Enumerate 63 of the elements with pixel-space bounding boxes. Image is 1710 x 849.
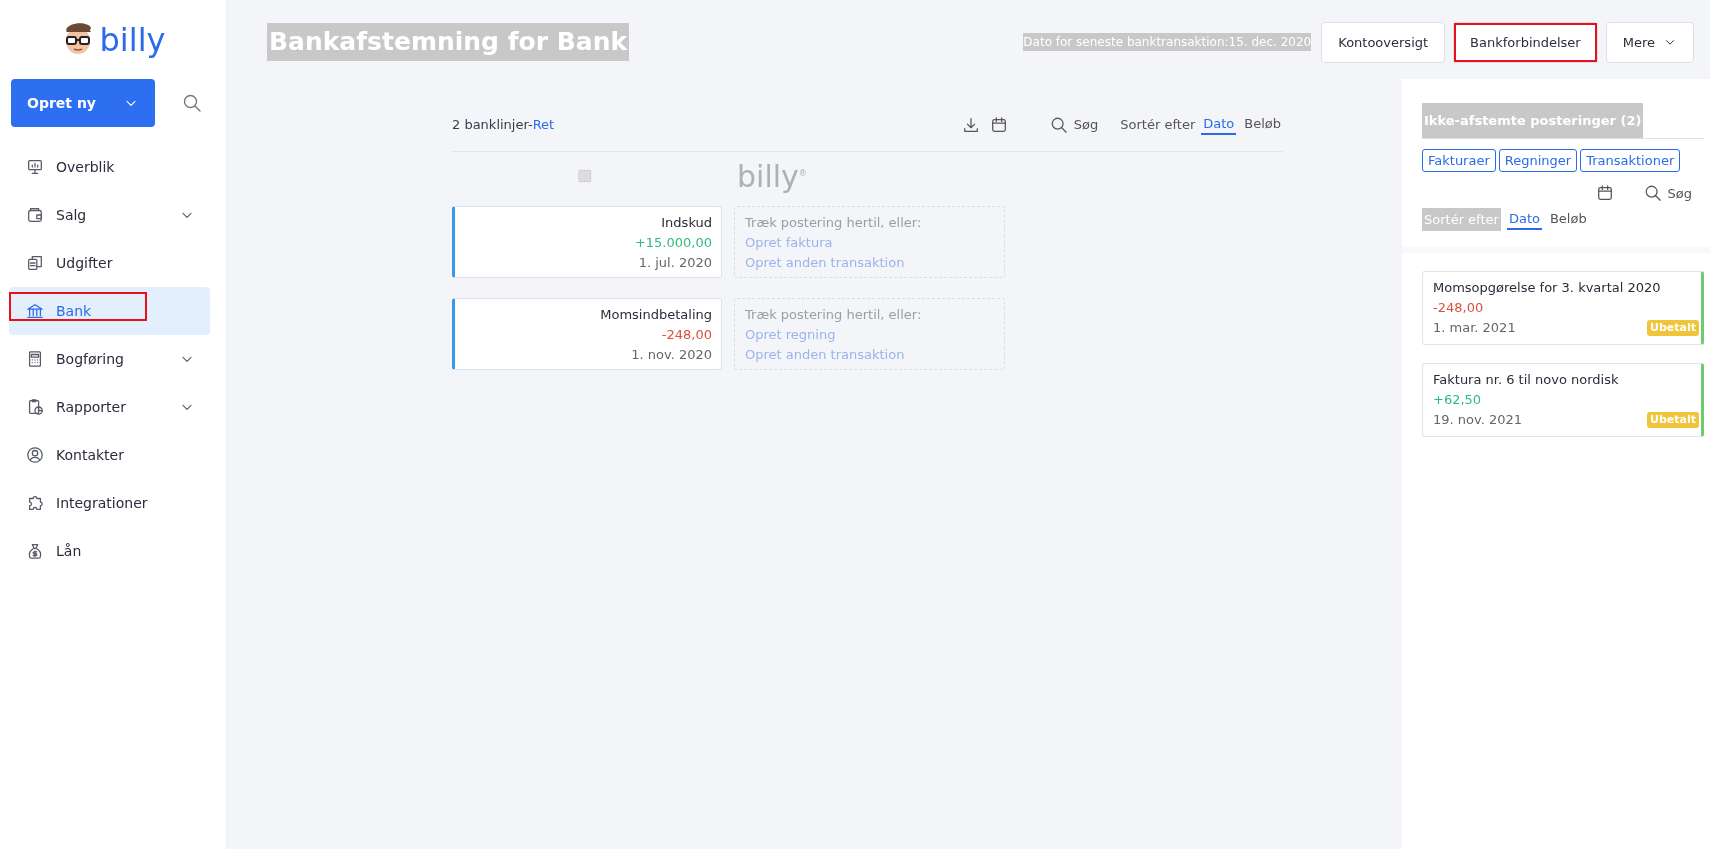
- sort-tab[interactable]: Beløb: [1547, 209, 1589, 230]
- edit-link[interactable]: Ret: [532, 117, 555, 132]
- download-icon: [961, 115, 980, 134]
- wallet-icon: [26, 206, 44, 224]
- nav-item[interactable]: Udgifter: [9, 239, 210, 287]
- nav-item[interactable]: Lån: [9, 527, 210, 575]
- sort-tab[interactable]: Beløb: [1242, 114, 1283, 135]
- nav-item[interactable]: Kontakter: [9, 431, 210, 479]
- bank-line-title: Momsindbetaling: [599, 306, 712, 324]
- status-badge: Ubetalt: [1647, 320, 1699, 336]
- search-icon: [1643, 184, 1662, 202]
- search-icon: [182, 93, 202, 113]
- bank-line-card[interactable]: Momsindbetaling -248,00 1. nov. 2020: [452, 298, 722, 370]
- nav-item[interactable]: Rapporter: [9, 383, 210, 431]
- date: 1. mar. 2021: [1433, 319, 1516, 337]
- broken-image-icon: [578, 169, 592, 183]
- drop-hint: Træk postering hertil, eller:: [745, 306, 922, 324]
- nav-item[interactable]: Bogføring: [9, 335, 210, 383]
- nav-item[interactable]: Salg: [9, 191, 210, 239]
- bank-icon: [26, 302, 44, 320]
- posting-title: Faktura nr. 6 til novo nordisk: [1433, 371, 1620, 389]
- sort-tab[interactable]: Dato: [1506, 209, 1542, 230]
- search-button[interactable]: Søg: [1641, 182, 1694, 204]
- sort-tab[interactable]: Dato: [1201, 114, 1237, 135]
- header-button[interactable]: Mere: [1605, 21, 1694, 63]
- filter-button[interactable]: Transaktioner: [1580, 149, 1681, 172]
- documents-icon: [26, 254, 44, 272]
- amount: +62,50: [1433, 391, 1483, 409]
- create-button[interactable]: Opret ny: [11, 79, 155, 127]
- status-badge: Ubetalt: [1647, 412, 1699, 428]
- bank-line-count: 2 banklinjer-Ret: [452, 117, 555, 132]
- filter-button[interactable]: Fakturaer: [1422, 149, 1496, 172]
- puzzle-icon: [26, 494, 44, 512]
- person-circle-icon: [26, 446, 44, 464]
- date: 19. nov. 2021: [1433, 411, 1523, 429]
- posting-card[interactable]: Faktura nr. 6 til novo nordisk +62,50 19. nov. 2021 Ubetalt: [1422, 363, 1704, 437]
- amount: +15.000,00: [633, 234, 712, 252]
- drop-hint: Træk postering hertil, eller:: [745, 214, 922, 232]
- filter-button[interactable]: Regninger: [1498, 149, 1578, 172]
- search-button[interactable]: Søg: [1047, 113, 1101, 136]
- header-button[interactable]: Kontooversigt: [1321, 21, 1446, 63]
- date: 1. jul. 2020: [637, 254, 712, 272]
- calculator-icon: [26, 350, 44, 368]
- bank-line-title: Indskud: [660, 214, 712, 232]
- presentation-icon: [26, 158, 44, 176]
- search-icon: [1049, 115, 1068, 134]
- nav-item[interactable]: Bank: [9, 287, 210, 335]
- logo-text: billy: [99, 21, 166, 58]
- nav-item[interactable]: Overblik: [9, 143, 210, 191]
- sort-label: Sortér efter: [1120, 117, 1196, 132]
- report-chart-icon: [26, 398, 44, 416]
- calendar-icon: [1595, 184, 1614, 202]
- date: 1. nov. 2020: [630, 346, 712, 364]
- header-button[interactable]: Bankforbindelser: [1453, 21, 1598, 63]
- calendar-icon: [989, 115, 1008, 134]
- logo-text: billy$^{®}$: [737, 158, 807, 194]
- nav-item[interactable]: Integrationer: [9, 479, 210, 527]
- bank-line-card[interactable]: Indskud +15.000,00 1. jul. 2020: [452, 206, 722, 278]
- money-bag-icon: [26, 542, 44, 560]
- posting-card[interactable]: Momsopgørelse for 3. kvartal 2020 -248,00 1. mar. 2021 Ubetalt: [1422, 271, 1704, 345]
- posting-title: Momsopgørelse for 3. kvartal 2020: [1433, 279, 1662, 297]
- amount: -248,00: [1433, 299, 1485, 317]
- amount: -248,00: [660, 326, 712, 344]
